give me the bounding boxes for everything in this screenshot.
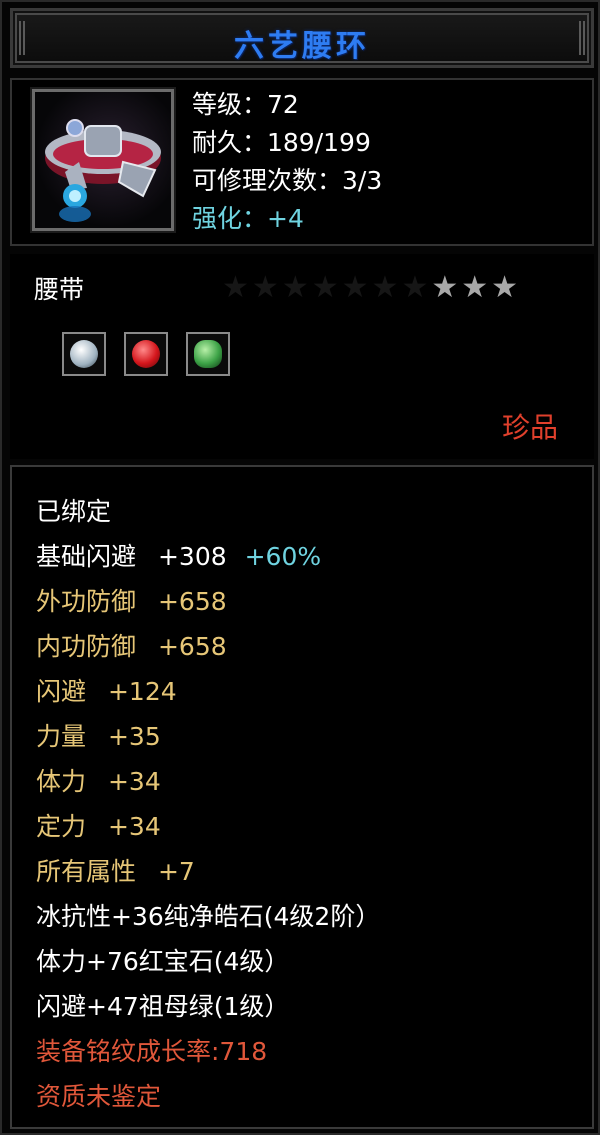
attr-value: +658	[157, 632, 227, 661]
focus-row: 定力 +34	[36, 812, 161, 842]
ext-def-row: 外功防御 +658	[36, 587, 227, 617]
growth-rate-text: 装备铭纹成长率:718	[36, 1037, 268, 1066]
star-icon: ★	[311, 270, 342, 305]
attr-label: 基础闪避	[36, 542, 137, 571]
gem-bonus-row: 体力+76红宝石(4级）	[36, 947, 290, 976]
attr-label: 力量	[36, 722, 87, 751]
emerald-gem-icon	[186, 332, 230, 376]
int-def-row: 内功防御 +658	[36, 632, 227, 662]
star-icon: ★	[431, 270, 462, 305]
ruby-gem-icon	[124, 332, 168, 376]
attr-value: +658	[157, 587, 227, 616]
strength-row: 力量 +35	[36, 722, 161, 752]
attr-label: 闪避	[36, 677, 87, 706]
attr-value: +308	[157, 542, 227, 571]
star-rating: ★★★★★★★★★★	[222, 270, 521, 305]
base-dodge-row: 基础闪避 +308 +60%	[36, 542, 321, 572]
stamina-row: 体力 +34	[36, 767, 161, 797]
rarity-label: 珍品	[501, 411, 558, 444]
star-icon: ★	[222, 270, 252, 305]
star-icon: ★	[401, 270, 432, 305]
star-icon: ★	[371, 270, 402, 305]
diamond-gem-icon	[62, 332, 106, 376]
item-tooltip: 六艺腰环 等级：72 耐久：189/199 可修理次数：3/3 强化：+4 腰带	[0, 0, 600, 1135]
repair-count-text: 可修理次数：3/3	[192, 166, 383, 195]
belt-icon	[32, 89, 174, 231]
star-icon: ★	[281, 270, 312, 305]
attr-value: +35	[107, 722, 161, 751]
attr-label: 内功防御	[36, 632, 137, 661]
aptitude-text: 资质未鉴定	[36, 1082, 162, 1111]
attr-label: 体力	[36, 767, 87, 796]
item-type-label: 腰带	[34, 275, 85, 304]
info-panel: 等级：72 耐久：189/199 可修理次数：3/3 强化：+4	[10, 78, 594, 246]
type-panel: 腰带 ★★★★★★★★★★ 珍品	[10, 254, 594, 459]
gem-bonus-row: 冰抗性+36纯净皓石(4级2阶）	[36, 902, 381, 931]
attr-value: +34	[107, 812, 161, 841]
attr-value: +124	[107, 677, 177, 706]
enhance-text: 强化：+4	[192, 204, 304, 233]
dodge-row: 闪避 +124	[36, 677, 177, 707]
durability-text: 耐久：189/199	[192, 128, 371, 157]
attribute-panel: 已绑定 基础闪避 +308 +60% 外功防御 +658 内功防御 +658 闪…	[10, 465, 594, 1129]
attr-bonus: +60%	[244, 542, 322, 571]
attr-label: 所有属性	[36, 857, 137, 886]
star-icon: ★	[491, 270, 522, 305]
attr-value: +7	[157, 857, 195, 886]
star-icon: ★	[251, 270, 282, 305]
title-bar: 六艺腰环	[10, 8, 594, 68]
star-icon: ★	[341, 270, 372, 305]
item-title: 六艺腰环	[234, 29, 370, 64]
attr-label: 外功防御	[36, 587, 137, 616]
all-attr-row: 所有属性 +7	[36, 857, 195, 887]
gem-bonus-row: 闪避+47祖母绿(1级）	[36, 992, 290, 1021]
attr-value: +34	[107, 767, 161, 796]
star-icon: ★	[461, 270, 492, 305]
attr-label: 定力	[36, 812, 87, 841]
bound-status: 已绑定	[36, 497, 112, 526]
level-text: 等级：72	[192, 90, 299, 119]
